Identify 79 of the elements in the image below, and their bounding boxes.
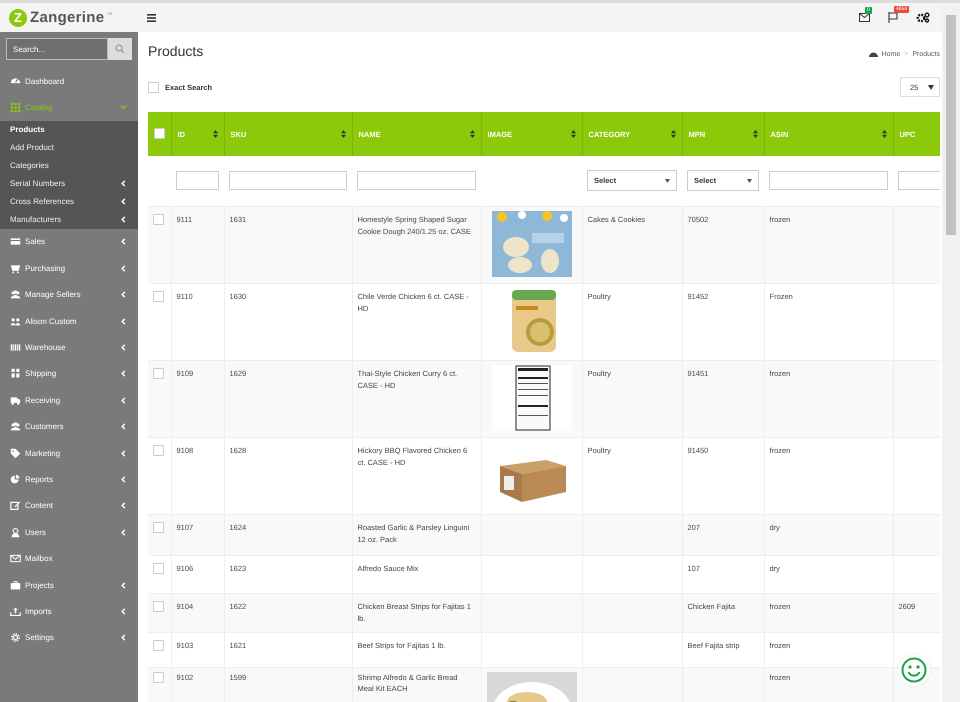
caret-icon — [928, 84, 934, 90]
row-checkbox[interactable] — [153, 214, 164, 224]
envelope-icon — [10, 553, 21, 564]
nav-item[interactable]: Users — [0, 519, 138, 546]
row-checkbox[interactable] — [153, 640, 164, 650]
pie-chart-icon — [10, 474, 21, 485]
row-checkbox[interactable] — [153, 290, 164, 302]
nav-item[interactable]: Dashboard — [0, 68, 138, 94]
nav-item[interactable]: Settings — [0, 624, 138, 652]
boxes-icon — [10, 368, 21, 380]
filter-field[interactable] — [229, 171, 347, 190]
row-checkbox[interactable] — [153, 444, 164, 456]
cart-icon — [10, 262, 21, 274]
sort-icon — [752, 130, 758, 138]
nav-item[interactable]: Manage Sellers — [0, 282, 138, 308]
row-checkbox[interactable] — [153, 672, 164, 682]
envelope-icon[interactable] — [859, 13, 870, 22]
nav-item[interactable]: Mailbox — [0, 545, 138, 572]
row-checkbox[interactable] — [153, 562, 164, 574]
nav-item[interactable]: Purchasing — [0, 255, 138, 282]
nav-item[interactable]: Sales — [0, 228, 138, 256]
gauge-icon — [868, 50, 878, 58]
row-checkbox[interactable] — [153, 368, 164, 378]
nav-item[interactable]: Reports — [0, 466, 138, 493]
nav-item[interactable]: Customers — [0, 414, 138, 440]
upload-icon — [10, 606, 21, 617]
sort-icon — [882, 130, 886, 138]
nav-item[interactable]: Shipping — [0, 360, 138, 388]
card-icon — [10, 236, 21, 248]
submenu-item[interactable]: Serial Numbers — [0, 174, 138, 193]
people-icon — [10, 289, 21, 300]
filter-field[interactable] — [176, 171, 219, 190]
page-title: Products — [148, 43, 204, 59]
select-all-checkbox[interactable] — [154, 128, 165, 138]
row-checkbox[interactable] — [153, 600, 164, 612]
people-icon — [10, 316, 21, 327]
row-checkbox[interactable] — [153, 522, 164, 532]
sort-icon — [340, 130, 346, 138]
barcode-icon — [10, 342, 21, 354]
briefcase-icon — [10, 580, 21, 591]
smiley-icon — [901, 657, 927, 683]
submenu-item[interactable]: Cross References — [0, 192, 138, 211]
truck-icon — [10, 394, 21, 406]
nav-item[interactable]: Content — [0, 492, 138, 520]
submenu-item[interactable]: Add Product — [0, 138, 138, 157]
settings-icon[interactable] — [916, 12, 930, 23]
sort-icon — [470, 130, 474, 138]
nav-item[interactable]: Receiving — [0, 387, 138, 414]
caret-icon — [665, 178, 670, 183]
nav-item[interactable]: Marketing — [0, 440, 138, 466]
menu-icon[interactable] — [147, 14, 156, 22]
submenu-item[interactable]: Manufacturers — [0, 210, 138, 229]
grid-icon — [10, 102, 21, 114]
submenu-item[interactable]: Categories — [0, 156, 138, 175]
nav-item[interactable]: Alison Custom — [0, 308, 138, 334]
nav-item[interactable]: Warehouse — [0, 334, 138, 361]
nav-item[interactable]: Imports — [0, 598, 138, 625]
search-icon — [115, 44, 125, 54]
nav-item[interactable]: Projects — [0, 572, 138, 598]
filter-field[interactable] — [898, 171, 940, 190]
sort-icon — [670, 130, 676, 138]
search-field[interactable]: Search... — [6, 38, 108, 60]
sort-icon — [212, 130, 218, 138]
logo-text: Zangerine — [30, 9, 104, 26]
edit-icon — [10, 500, 21, 512]
sort-icon — [570, 130, 576, 138]
logo-mark: Z — [9, 8, 27, 26]
search-button[interactable] — [108, 38, 132, 60]
people-icon — [10, 421, 21, 432]
submenu-item[interactable]: Products — [0, 120, 138, 139]
flag-icon[interactable] — [888, 12, 898, 23]
checkbox[interactable] — [148, 82, 159, 92]
gear-icon — [10, 632, 21, 644]
feedback-button[interactable] — [898, 654, 930, 686]
filter-field[interactable] — [357, 171, 476, 190]
tag-icon — [10, 448, 21, 459]
caret-icon — [747, 178, 752, 183]
filter-field[interactable] — [769, 171, 888, 190]
user-icon — [10, 526, 21, 538]
